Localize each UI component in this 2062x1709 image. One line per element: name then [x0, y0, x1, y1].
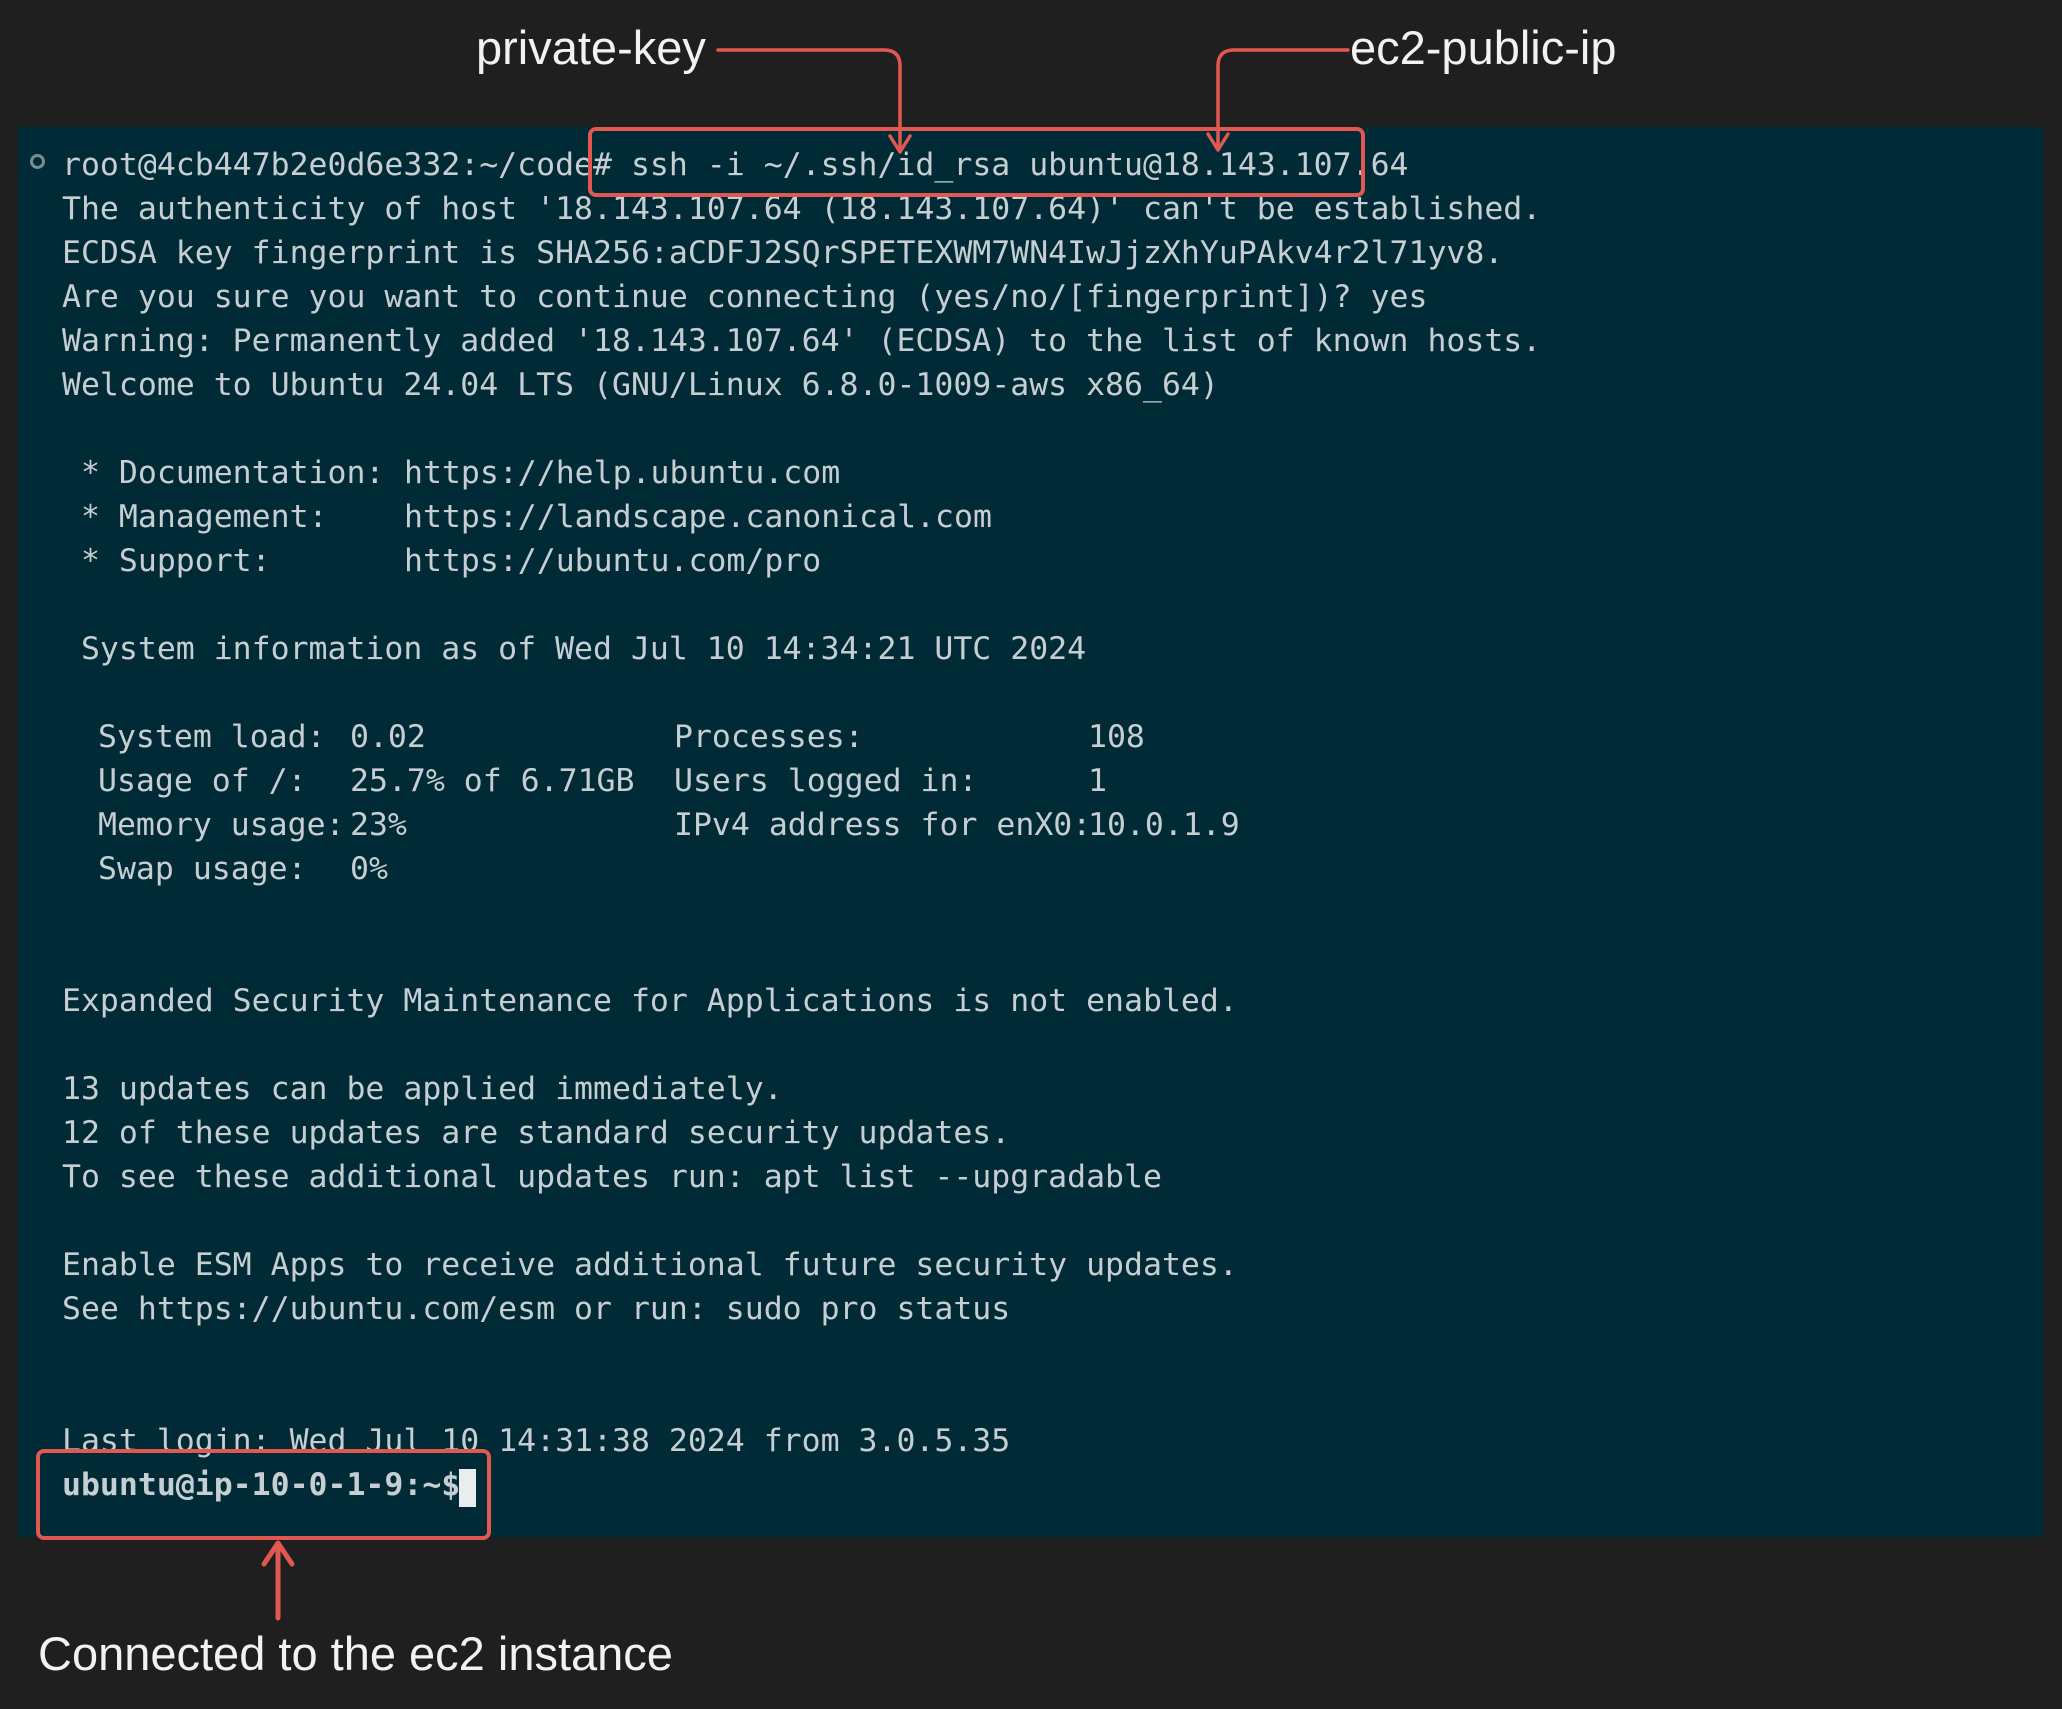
sysinfo-value-memory: 23%	[350, 807, 407, 843]
sysinfo-header: System information as of Wed Jul 10 14:3…	[62, 631, 1087, 667]
ec2-public-ip-annotation: ec2-public-ip	[1350, 21, 1617, 74]
esm-line: Expanded Security Maintenance for Applic…	[62, 983, 1238, 1019]
link-url-support[interactable]: https://ubuntu.com/pro	[404, 545, 821, 578]
esm-apps-line-1: Enable ESM Apps to receive additional fu…	[62, 1247, 1238, 1283]
root-prompt: root@4cb447b2e0d6e332:~/code#	[62, 147, 612, 183]
sysinfo-value-processes: 108	[1088, 719, 1145, 755]
updates-line-3: To see these additional updates run: apt…	[62, 1159, 1162, 1195]
updates-line-2: 12 of these updates are standard securit…	[62, 1115, 1011, 1151]
connected-annotation: Connected to the ec2 instance	[38, 1627, 673, 1680]
sysinfo-label-memory: Memory usage:	[98, 807, 345, 843]
link-label-management: * Management:	[62, 499, 328, 535]
sysinfo-value-load: 0.02	[350, 719, 426, 755]
esm-apps-line-2: See https://ubuntu.com/esm or run: sudo …	[62, 1291, 1011, 1327]
sysinfo-value-ipv4: 10.0.1.9	[1088, 807, 1240, 843]
sysinfo-value-users: 1	[1088, 763, 1107, 799]
updates-line-1: 13 updates can be applied immediately.	[62, 1071, 783, 1107]
sysinfo-label-usage: Usage of /:	[98, 763, 307, 799]
sysinfo-label-users: Users logged in:	[674, 763, 978, 799]
sysinfo-label-processes: Processes:	[674, 719, 864, 755]
sysinfo-value-usage: 25.7% of 6.71GB	[350, 763, 635, 799]
output-line-5: Welcome to Ubuntu 24.04 LTS (GNU/Linux 6…	[62, 367, 1219, 403]
private-key-annotation: private-key	[476, 21, 706, 74]
command-highlight-box	[588, 127, 1365, 197]
sysinfo-value-swap: 0%	[350, 851, 388, 887]
sysinfo-label-load: System load:	[98, 719, 326, 755]
link-label-support: * Support:	[62, 543, 271, 579]
sysinfo-label-ipv4: IPv4 address for enX0:	[674, 807, 1092, 843]
prompt-highlight-box	[36, 1449, 491, 1540]
sysinfo-label-swap: Swap usage:	[98, 851, 307, 887]
output-line-1: The authenticity of host '18.143.107.64 …	[62, 191, 1542, 227]
link-label-documentation: * Documentation:	[62, 455, 385, 491]
link-url-documentation[interactable]: https://help.ubuntu.com	[404, 457, 840, 490]
output-line-4: Warning: Permanently added '18.143.107.6…	[62, 323, 1542, 359]
output-line-3: Are you sure you want to continue connec…	[62, 279, 1428, 315]
command-status-icon	[30, 154, 45, 169]
output-line-2: ECDSA key fingerprint is SHA256:aCDFJ2SQ…	[62, 235, 1504, 271]
connected-arrowhead	[261, 1540, 295, 1567]
link-url-management[interactable]: https://landscape.canonical.com	[404, 501, 992, 534]
